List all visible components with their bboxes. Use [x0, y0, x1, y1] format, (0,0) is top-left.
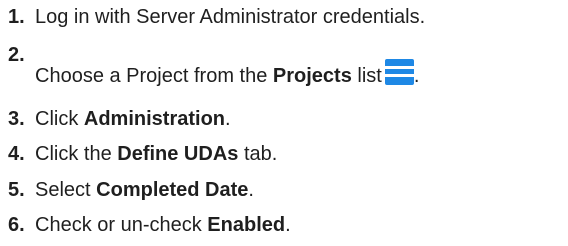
projects-label: Projects: [272, 65, 352, 87]
enabled-label: Enabled: [207, 214, 286, 236]
step-text: Log in with Server Administrator credent…: [35, 6, 426, 28]
step-text-plain: Select: [35, 179, 97, 201]
step-number: 5.: [8, 179, 25, 201]
hamburger-list-icon: [384, 59, 414, 85]
step-text-plain: tab.: [238, 143, 278, 165]
step-text-plain: Choose a Project from the: [35, 65, 273, 87]
step-number: 1.: [8, 6, 25, 28]
instruction-steps: 1. Log in with Server Administrator crede…: [0, 0, 568, 246]
step-text: Choose a Project from the Projects list.: [35, 59, 419, 88]
step-text-plain: .: [285, 214, 291, 236]
step-1: 1. Log in with Server Administrator crede…: [8, 5, 425, 29]
step-text-plain: Check or un-check: [35, 214, 208, 236]
step-number: 3.: [8, 108, 25, 130]
step-text-plain: .: [248, 179, 254, 201]
step-3: 3. Click Administration.: [8, 107, 231, 131]
step-4: 4. Click the Define UDAs tab.: [8, 142, 277, 166]
step-number: 4.: [8, 143, 25, 165]
step-5: 5. Select Completed Date.: [8, 178, 254, 202]
step-text-plain: Click the: [35, 143, 118, 165]
step-number: 6.: [8, 214, 25, 236]
step-text-plain: .: [225, 108, 231, 130]
step-text-plain: list: [351, 65, 382, 87]
step-text-plain: Click: [35, 108, 84, 130]
step-2: 2. Choose a Project from the Projects li…: [8, 43, 419, 87]
step-number: 2.: [8, 44, 25, 66]
administration-label: Administration: [83, 108, 226, 130]
define-udas-label: Define UDAs: [117, 143, 239, 165]
step-text-plain: .: [413, 65, 420, 87]
completed-date-label: Completed Date: [96, 179, 249, 201]
step-6: 6. Check or un-check Enabled.: [8, 213, 291, 237]
